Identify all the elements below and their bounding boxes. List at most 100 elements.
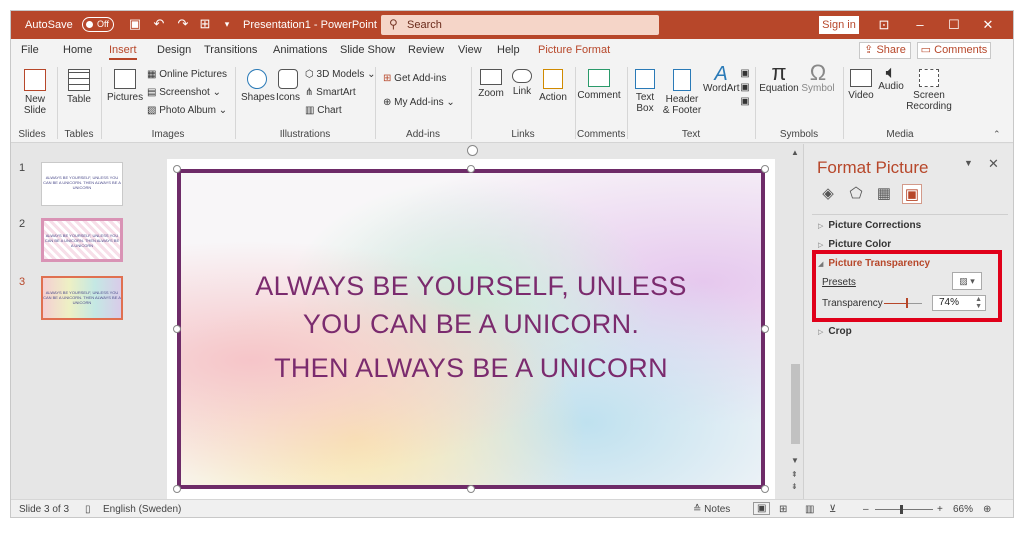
slide[interactable]: ALWAYS BE YOURSELF, UNLESS YOU CAN BE A … bbox=[167, 145, 775, 499]
resize-handle[interactable] bbox=[173, 325, 181, 333]
tab-file[interactable]: File bbox=[21, 44, 39, 56]
language-status[interactable]: English (Sweden) bbox=[103, 504, 181, 515]
tab-slide-show[interactable]: Slide Show bbox=[340, 44, 395, 56]
audio-button[interactable]: 🔈︎ Audio bbox=[877, 63, 905, 92]
resize-handle[interactable] bbox=[173, 485, 181, 493]
slide-thumbnail-3[interactable]: ALWAYS BE YOURSELF, UNLESS YOU CAN BE A … bbox=[41, 276, 123, 320]
tab-home[interactable]: Home bbox=[63, 44, 92, 56]
screen-recording-button[interactable]: Screen Recording bbox=[905, 69, 953, 112]
resize-handle[interactable] bbox=[173, 165, 181, 173]
next-slide-icon[interactable]: ⇟ bbox=[791, 482, 798, 491]
minimize-button[interactable]: – bbox=[905, 15, 935, 35]
redo-icon[interactable]: ↷ bbox=[175, 16, 191, 32]
spin-icon[interactable]: ▲ ▼ bbox=[975, 296, 982, 310]
tab-review[interactable]: Review bbox=[408, 44, 444, 56]
slide-thumbnail-1[interactable]: ALWAYS BE YOURSELF, UNLESS YOU CAN BE A … bbox=[41, 162, 123, 206]
quote-line-3[interactable]: THEN ALWAYS BE A UNICORN bbox=[181, 353, 761, 384]
transparency-input[interactable]: 74% ▲ ▼ bbox=[932, 295, 986, 311]
quote-line-2[interactable]: YOU CAN BE A UNICORN. bbox=[181, 309, 761, 340]
equation-button[interactable]: π Equation bbox=[759, 62, 799, 95]
fill-line-icon[interactable]: ◈ bbox=[818, 184, 838, 204]
ribbon-display-icon[interactable]: ⊡ bbox=[869, 15, 899, 35]
fit-slide-icon[interactable]: ⊕ bbox=[983, 504, 991, 515]
get-addins-button[interactable]: ⊞ Get Add-ins bbox=[383, 73, 446, 84]
close-button[interactable]: ✕ bbox=[973, 15, 1003, 35]
pictures-button[interactable]: Pictures bbox=[107, 69, 143, 103]
size-properties-icon[interactable]: ▦ bbox=[874, 184, 894, 204]
zoom-in-icon[interactable]: + bbox=[937, 504, 943, 515]
transparency-slider-rest[interactable] bbox=[908, 303, 922, 304]
tab-transitions[interactable]: Transitions bbox=[204, 44, 257, 56]
3d-models-button[interactable]: ⬡ 3D Models ⌄ bbox=[305, 69, 376, 80]
header-footer-button[interactable]: Header & Footer bbox=[661, 69, 703, 116]
tab-view[interactable]: View bbox=[458, 44, 482, 56]
zoom-out-icon[interactable]: – bbox=[863, 504, 869, 515]
zoom-button[interactable]: Zoom bbox=[475, 69, 507, 99]
wordart-button[interactable]: A WordArt bbox=[703, 64, 740, 94]
undo-icon[interactable]: ↶ bbox=[151, 16, 167, 32]
icons-button[interactable]: Icons bbox=[275, 69, 301, 103]
photo-album-button[interactable]: ▧ Photo Album ⌄ bbox=[147, 105, 227, 116]
save-icon[interactable]: ▣ bbox=[127, 16, 143, 32]
link-button[interactable]: Link bbox=[509, 69, 535, 97]
video-button[interactable]: Video bbox=[847, 69, 875, 101]
online-pictures-button[interactable]: ▦ Online Pictures bbox=[147, 69, 227, 80]
comment-button[interactable]: Comment bbox=[577, 69, 621, 101]
background-picture[interactable]: ALWAYS BE YOURSELF, UNLESS YOU CAN BE A … bbox=[177, 169, 765, 489]
tab-help[interactable]: Help bbox=[497, 44, 520, 56]
present-icon[interactable]: ⊞ bbox=[197, 16, 213, 32]
resize-handle[interactable] bbox=[761, 165, 769, 173]
tab-insert[interactable]: Insert bbox=[109, 44, 137, 60]
symbol-button[interactable]: Ω Symbol bbox=[801, 62, 835, 95]
autosave-toggle[interactable]: Off bbox=[82, 17, 114, 32]
customize-qat-icon[interactable]: ▾ bbox=[219, 16, 235, 32]
previous-slide-icon[interactable]: ⇞ bbox=[791, 470, 798, 479]
spelling-icon[interactable]: ▯ bbox=[85, 504, 91, 515]
zoom-level[interactable]: 66% bbox=[953, 504, 973, 515]
text-box-button[interactable]: Text Box bbox=[631, 69, 659, 114]
collapse-ribbon-icon[interactable]: ⌃ bbox=[993, 129, 1001, 140]
zoom-slider-track[interactable] bbox=[875, 509, 933, 510]
smartart-button[interactable]: ⋔ SmartArt bbox=[305, 87, 356, 98]
resize-handle[interactable] bbox=[467, 485, 475, 493]
share-button[interactable]: ⇪ Share bbox=[859, 42, 911, 59]
chart-button[interactable]: ▥ Chart bbox=[305, 105, 342, 116]
tab-design[interactable]: Design bbox=[157, 44, 191, 56]
section-picture-color[interactable]: ▷ Picture Color bbox=[818, 239, 891, 250]
comments-button[interactable]: ▭ Comments bbox=[917, 42, 991, 59]
transparency-slider-handle[interactable] bbox=[906, 298, 908, 308]
close-icon[interactable]: ✕ bbox=[988, 156, 999, 172]
maximize-button[interactable]: ☐ bbox=[939, 15, 969, 35]
presets-dropdown[interactable]: ▨ ▾ bbox=[952, 272, 982, 290]
zoom-slider-handle[interactable] bbox=[900, 505, 903, 514]
tab-picture-format[interactable]: Picture Format bbox=[538, 44, 610, 56]
slideshow-icon[interactable]: ⊻ bbox=[829, 504, 836, 515]
action-button[interactable]: Action bbox=[537, 69, 569, 103]
rotate-handle[interactable] bbox=[467, 145, 478, 156]
resize-handle[interactable] bbox=[467, 165, 475, 173]
scrollbar-thumb[interactable] bbox=[791, 364, 800, 444]
quote-line-1[interactable]: ALWAYS BE YOURSELF, UNLESS bbox=[181, 271, 761, 302]
sign-in-button[interactable]: Sign in bbox=[819, 16, 859, 34]
section-crop[interactable]: ▷ Crop bbox=[818, 326, 852, 337]
pane-options-icon[interactable]: ▼ bbox=[964, 158, 973, 168]
tab-animations[interactable]: Animations bbox=[273, 44, 327, 56]
picture-icon[interactable]: ▣ bbox=[902, 184, 922, 204]
resize-handle[interactable] bbox=[761, 485, 769, 493]
section-picture-corrections[interactable]: ▷ Picture Corrections bbox=[818, 220, 921, 231]
slide-thumbnail-2[interactable]: ALWAYS BE YOURSELF, UNLESS YOU CAN BE A … bbox=[41, 218, 123, 262]
effects-icon[interactable]: ⬠ bbox=[846, 184, 866, 204]
my-addins-button[interactable]: ⊕ My Add-ins ⌄ bbox=[383, 97, 455, 108]
shapes-button[interactable]: Shapes bbox=[241, 69, 275, 103]
table-button[interactable]: Table bbox=[63, 69, 95, 105]
notes-button[interactable]: ≙ Notes bbox=[693, 504, 730, 515]
vertical-scrollbar[interactable]: ▲ ▼ ⇞ ⇟ bbox=[789, 144, 803, 499]
reading-view-icon[interactable]: ▥ bbox=[805, 504, 814, 515]
resize-handle[interactable] bbox=[761, 325, 769, 333]
text-extras[interactable]: ▣ ▣ ▣ bbox=[739, 67, 751, 109]
search-box[interactable]: ⚲ Search bbox=[381, 15, 659, 35]
scroll-down-icon[interactable]: ▼ bbox=[791, 456, 799, 465]
slide-sorter-icon[interactable]: ⊞ bbox=[779, 504, 787, 515]
screenshot-button[interactable]: ▤ Screenshot ⌄ bbox=[147, 87, 221, 98]
new-slide-button[interactable]: New Slide bbox=[19, 69, 51, 116]
